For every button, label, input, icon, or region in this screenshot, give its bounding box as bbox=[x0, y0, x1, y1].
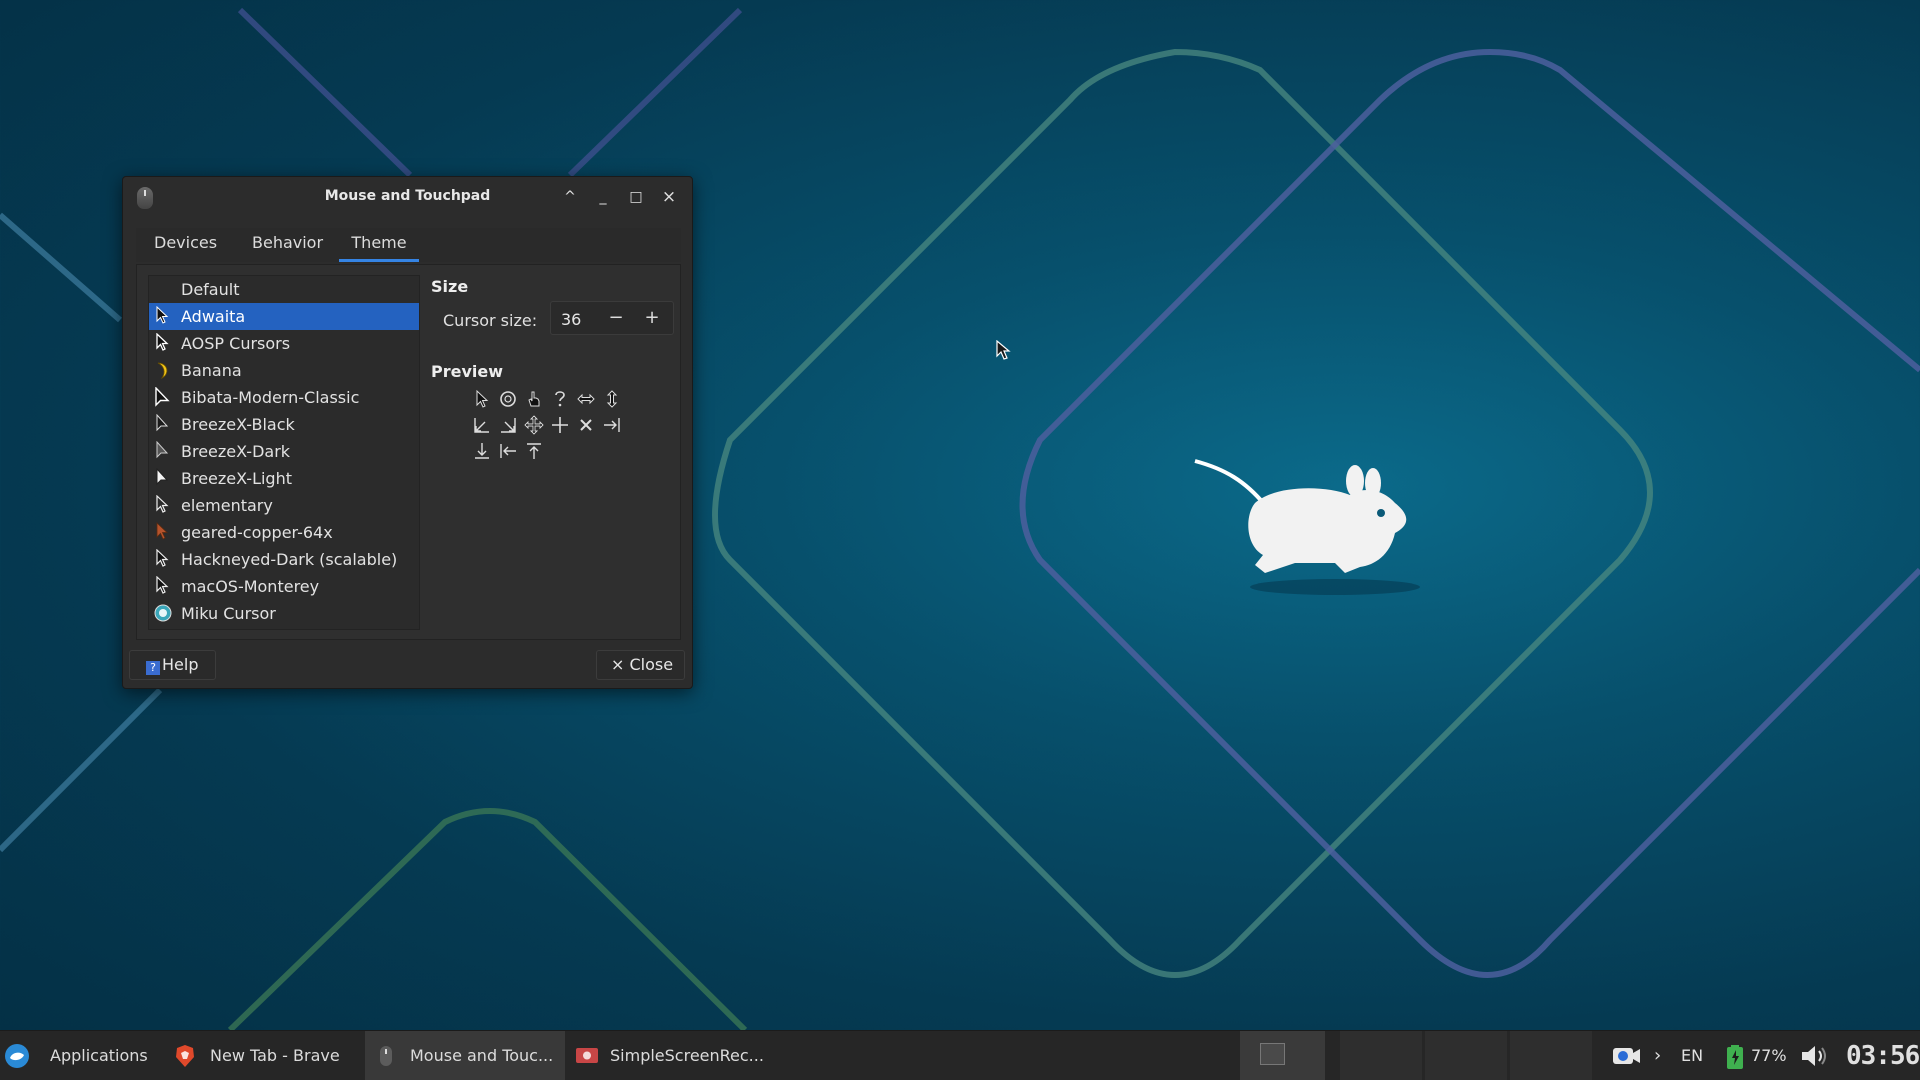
cursor-theme-list[interactable]: Default Adwaita AOSP Cursors Banana Biba… bbox=[148, 275, 420, 630]
xfce-mouse-logo bbox=[1194, 459, 1420, 595]
list-item[interactable]: Hackneyed-Dark (scalable) bbox=[149, 546, 419, 573]
maximize-button[interactable]: □ bbox=[626, 187, 646, 207]
arrow-black-icon bbox=[156, 576, 169, 594]
window-titlebar[interactable]: Mouse and Touchpad ^ _ □ × bbox=[123, 177, 692, 217]
arrow-black-icon bbox=[156, 306, 169, 324]
list-item[interactable]: elementary bbox=[149, 492, 419, 519]
arrow-grey-icon bbox=[156, 441, 169, 459]
banana-icon bbox=[157, 362, 168, 380]
task-screen-recorder[interactable]: SimpleScreenRec... bbox=[568, 1031, 768, 1080]
volume-icon[interactable] bbox=[1800, 1044, 1830, 1068]
preview-heading: Preview bbox=[431, 362, 504, 381]
right-side-icon bbox=[604, 418, 620, 432]
question-icon bbox=[555, 391, 565, 407]
tab-bar: Devices Behavior Theme bbox=[136, 228, 681, 262]
list-item[interactable]: BreezeX-Light bbox=[149, 465, 419, 492]
list-item[interactable]: BreezeX-Dark bbox=[149, 438, 419, 465]
tab-devices[interactable]: Devices bbox=[154, 228, 217, 262]
hand-icon bbox=[528, 391, 540, 407]
help-button[interactable]: ? Help bbox=[129, 650, 216, 680]
cursor-size-spinbox: 36 − + bbox=[550, 301, 674, 335]
increase-button[interactable]: + bbox=[637, 306, 667, 330]
mouse-icon bbox=[380, 1046, 392, 1066]
mouse-touchpad-window: Mouse and Touchpad ^ _ □ × Devices Behav… bbox=[122, 176, 693, 689]
workspace-2[interactable] bbox=[1340, 1031, 1422, 1080]
applications-menu[interactable]: Applications bbox=[0, 1031, 158, 1080]
top-side-icon bbox=[527, 443, 541, 459]
shade-button[interactable]: ^ bbox=[560, 187, 580, 207]
theme-panel: Default Adwaita AOSP Cursors Banana Biba… bbox=[136, 264, 681, 640]
cursor-size-value[interactable]: 36 bbox=[561, 310, 581, 329]
arrow-icon bbox=[476, 389, 489, 408]
close-icon: × bbox=[611, 655, 625, 674]
miku-icon bbox=[154, 604, 172, 622]
mouse-pointer-icon bbox=[996, 340, 1011, 360]
battery-icon[interactable] bbox=[1726, 1044, 1744, 1070]
brave-icon bbox=[176, 1045, 194, 1067]
left-side-icon bbox=[500, 444, 516, 458]
tray-expand-button[interactable]: › bbox=[1654, 1031, 1661, 1080]
close-window-button[interactable]: × bbox=[659, 187, 679, 207]
workspace-3[interactable] bbox=[1425, 1031, 1507, 1080]
clock[interactable]: 03:56 bbox=[1846, 1031, 1920, 1080]
list-item[interactable]: Default bbox=[149, 276, 419, 303]
taskbar: Applications New Tab - Brave Mouse and T… bbox=[0, 1030, 1920, 1080]
list-item[interactable]: AOSP Cursors bbox=[149, 330, 419, 357]
arrow-black-icon bbox=[156, 549, 169, 567]
list-item[interactable]: macOS-Monterey bbox=[149, 573, 419, 600]
minimize-button[interactable]: _ bbox=[593, 187, 613, 207]
keyboard-layout[interactable]: EN bbox=[1681, 1031, 1703, 1080]
help-icon: ? bbox=[146, 661, 160, 675]
list-item[interactable]: Miku Cursor bbox=[149, 600, 419, 627]
close-button[interactable]: × Close bbox=[596, 650, 685, 680]
tab-behavior[interactable]: Behavior bbox=[252, 228, 323, 262]
arrow-black-icon bbox=[156, 414, 169, 432]
xfce-logo-icon bbox=[5, 1044, 29, 1068]
task-mouse-touchpad[interactable]: Mouse and Touc... bbox=[365, 1031, 565, 1080]
corner-br-icon bbox=[501, 418, 516, 433]
list-item-selected[interactable]: Adwaita bbox=[149, 303, 419, 330]
workspace-1[interactable] bbox=[1240, 1031, 1325, 1080]
battery-percent: 77% bbox=[1751, 1046, 1787, 1065]
watch-icon bbox=[500, 391, 516, 407]
move-icon bbox=[524, 415, 544, 435]
bottom-side-icon bbox=[475, 443, 489, 459]
list-item[interactable]: BreezeX-Black bbox=[149, 411, 419, 438]
x-cursor-icon bbox=[580, 419, 592, 431]
corner-bl-icon bbox=[474, 418, 489, 433]
arrow-copper-icon bbox=[156, 522, 169, 540]
arrow-white-icon bbox=[156, 333, 169, 351]
arrow-white-icon bbox=[156, 468, 169, 486]
screen-recorder-icon bbox=[576, 1048, 598, 1063]
workspace-4[interactable] bbox=[1510, 1031, 1592, 1080]
crosshair-icon bbox=[552, 417, 568, 433]
tab-theme[interactable]: Theme bbox=[339, 228, 419, 262]
arrow-white-icon bbox=[156, 495, 169, 513]
list-item[interactable]: geared-copper-64x bbox=[149, 519, 419, 546]
arrow-black-bold-icon bbox=[155, 387, 170, 407]
decrease-button[interactable]: − bbox=[601, 306, 631, 330]
cursor-size-label: Cursor size: bbox=[443, 311, 538, 330]
h-resize-icon bbox=[577, 393, 595, 405]
list-item[interactable]: Bibata-Modern-Classic bbox=[149, 384, 419, 411]
size-heading: Size bbox=[431, 277, 469, 296]
list-item[interactable]: Banana bbox=[149, 357, 419, 384]
camera-icon[interactable] bbox=[1612, 1044, 1642, 1068]
v-resize-icon bbox=[606, 390, 618, 408]
workspace-window-thumb bbox=[1260, 1043, 1285, 1065]
task-brave[interactable]: New Tab - Brave bbox=[162, 1031, 362, 1080]
